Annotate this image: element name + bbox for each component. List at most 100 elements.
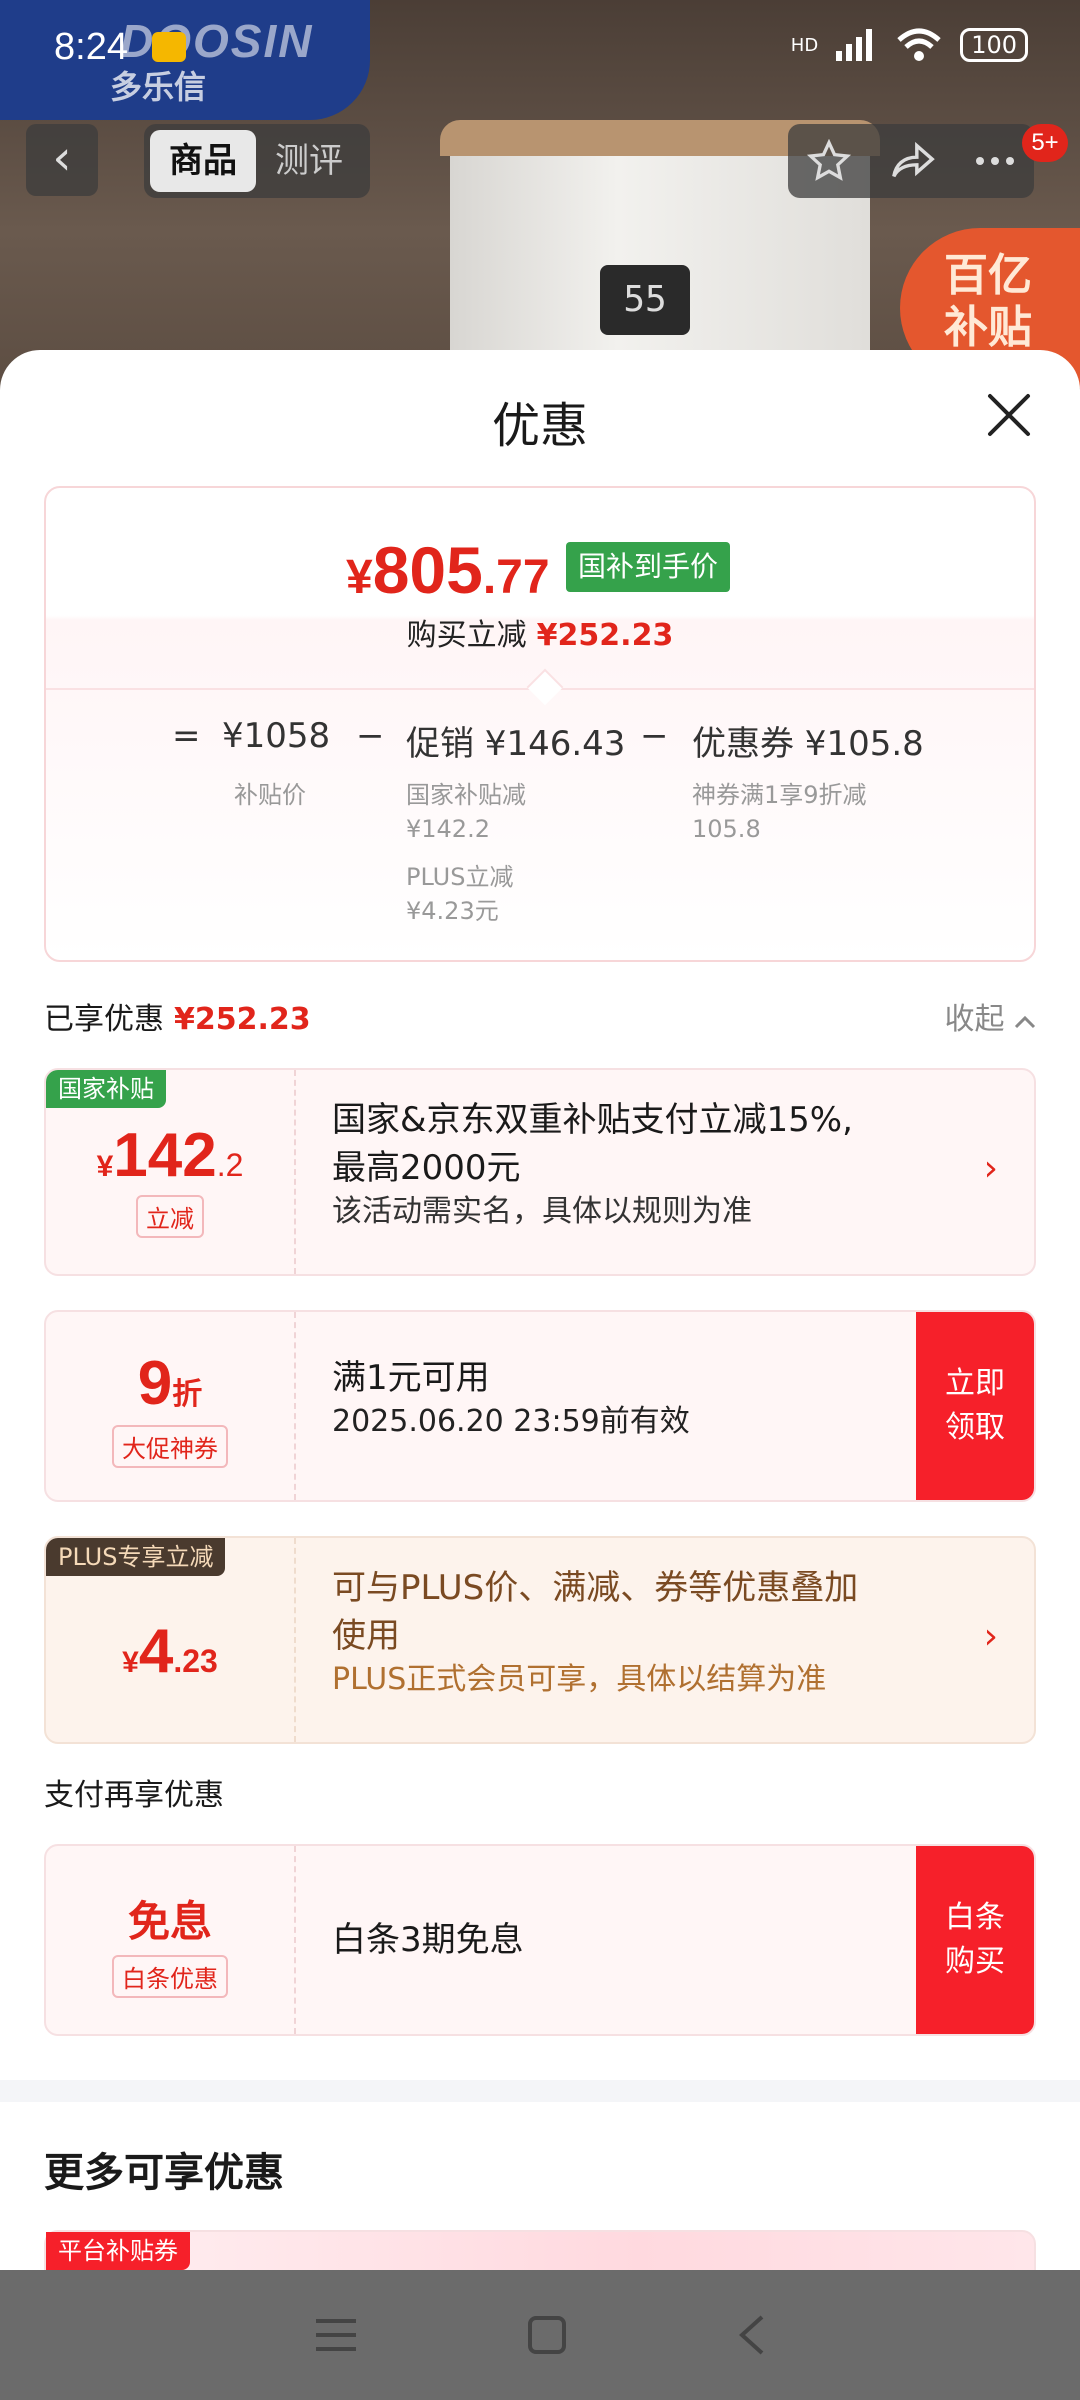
promo-detail-gov-value: ¥142.2 [406, 815, 490, 843]
top-actions [788, 124, 1034, 198]
offer-details: 国家&京东双重补贴支付立减15%, 最高2000元 该活动需实名，具体以规则为准 [332, 1096, 853, 1232]
reduce-label: 购买立减 [406, 618, 527, 653]
chevron-right-icon: › [983, 1148, 998, 1189]
offer-card-coupon: 9折 大促神券 满1元可用 2025.06.20 23:59前有效 立即 领取 [44, 1310, 1036, 1502]
enjoyed-label: 已享优惠 [44, 1002, 164, 1037]
collapse-button[interactable]: 收起 [944, 994, 1036, 1038]
offer-amount-panel: 国家补贴 ¥142.2 立减 [46, 1070, 296, 1274]
badge-line-1: 百亿 [944, 250, 1032, 301]
promo-detail-plus-value: ¥4.23元 [406, 897, 499, 925]
more-icon[interactable] [975, 156, 1015, 166]
chevron-up-icon [1014, 1015, 1036, 1029]
favorite-star-icon[interactable] [807, 139, 852, 183]
promo-detail-gov: 国家补贴减 ¥142.2 [406, 778, 526, 846]
gov-subsidy-tag: 国家补贴 [46, 1070, 166, 1108]
baitiao-button-line1: 白条 [945, 1900, 1005, 1935]
coupon-expiry: 2025.06.20 23:59前有效 [332, 1404, 690, 1439]
offer-subtitle: 该活动需实名，具体以规则为准 [332, 1194, 752, 1229]
coupon-detail-value: 105.8 [692, 815, 761, 843]
battery-icon: 100 [960, 28, 1028, 62]
offer-card-plus[interactable]: PLUS专享立减 ¥4.23 可与PLUS价、满减、券等优惠叠加 使用 PLUS… [44, 1536, 1036, 1744]
promo-detail-plus: PLUS立减 ¥4.23元 [406, 860, 513, 928]
reduce-amount: ¥252.23 [536, 618, 674, 653]
plus-amount: ¥4.23 [46, 1616, 294, 1687]
back-icon[interactable] [736, 2313, 766, 2357]
offer-title-line1: 国家&京东双重补贴支付立减15%, [332, 1100, 853, 1140]
baitiao-badge: 白条优惠 [112, 1955, 228, 1998]
promo-amount: 促销 ¥146.43 [406, 724, 626, 764]
plus-title-line2: 使用 [332, 1616, 400, 1656]
share-icon[interactable] [890, 141, 936, 181]
platform-coupon-card[interactable]: 平台补贴券 [44, 2230, 1036, 2270]
chevron-right-icon: › [983, 1616, 998, 1657]
coupon-condition: 满1元可用 [332, 1358, 490, 1398]
network-type: HD [790, 34, 819, 56]
tab-product[interactable]: 商品 [150, 130, 256, 192]
plus-currency: ¥ [122, 1646, 139, 1679]
baitiao-buy-button[interactable]: 白条 购买 [916, 1846, 1034, 2034]
close-icon[interactable] [986, 392, 1032, 438]
promo-detail-plus-label: PLUS立减 [406, 863, 514, 891]
price-integer: 805 [372, 533, 483, 607]
collapse-label: 收起 [944, 1002, 1005, 1037]
plus-title-line1: 可与PLUS价、满减、券等优惠叠加 [332, 1568, 859, 1608]
section-divider [0, 2080, 1080, 2102]
system-nav-bar [0, 2270, 1080, 2400]
sheet-title: 优惠 [491, 398, 588, 454]
promo-detail-gov-label: 国家补贴减 [406, 781, 526, 809]
product-display: 55 [600, 265, 690, 335]
enjoyed-amount: ¥252.23 [174, 1002, 311, 1037]
baitiao-interest-free: 免息 [127, 1897, 212, 1946]
reduce-line: 购买立减 ¥252.23 [46, 610, 1034, 654]
claim-coupon-button[interactable]: 立即 领取 [916, 1312, 1034, 1500]
summary-notch [526, 668, 564, 706]
coupon-discount: 9折 [46, 1348, 294, 1419]
offer-title-line2: 最高2000元 [332, 1148, 521, 1188]
system-icons: HD 100 [791, 28, 1028, 62]
price-decimal: .77 [482, 551, 550, 604]
plus-subtitle: PLUS正式会员可享，具体以结算为准 [332, 1662, 827, 1697]
claim-button-line2: 领取 [945, 1410, 1005, 1445]
offer-note-badge: 立减 [136, 1195, 204, 1238]
clock: 8:24 [54, 26, 128, 68]
coupon-type-badge: 大促神券 [112, 1425, 228, 1468]
discount-sheet: 优惠 ¥805.77 国补到手价 购买立减 ¥252.23 = ¥1058 补贴价… [0, 350, 1080, 2270]
base-price: ¥1058 [222, 716, 331, 756]
coupon-detail: 神券满1享9折减 105.8 [692, 778, 867, 846]
base-price-label: 补贴价 [234, 781, 306, 809]
offer-card-baitiao: 免息 白条优惠 白条3期免息 白条 购买 [44, 1844, 1036, 2036]
enjoyed-discount: 已享优惠 ¥252.23 [44, 994, 311, 1038]
back-button[interactable]: ‹ [26, 124, 98, 196]
more-offers-title: 更多可享优惠 [44, 2150, 284, 2196]
gov-subsidy-price-tag: 国补到手价 [566, 542, 731, 592]
wifi-icon [897, 28, 941, 61]
coupon-amount-panel: 9折 大促神券 [46, 1312, 296, 1500]
status-bar: 8:24 HD 100 [0, 0, 1080, 100]
plus-tag: PLUS专享立减 [46, 1538, 226, 1576]
platform-coupon-tag: 平台补贴券 [46, 2232, 190, 2270]
offer-amount: ¥142.2 [46, 1120, 294, 1191]
baitiao-details: 白条3期免息 [332, 1916, 524, 1964]
baitiao-amount-panel: 免息 白条优惠 [46, 1846, 296, 2034]
baitiao-title: 白条3期免息 [332, 1920, 524, 1960]
notification-icon [152, 32, 186, 62]
claim-button-line1: 立即 [945, 1366, 1005, 1401]
message-count-badge: 5+ [1022, 124, 1068, 162]
currency-symbol: ¥ [346, 551, 373, 604]
menu-icon[interactable] [314, 2315, 358, 2355]
offer-card-gov-subsidy[interactable]: 国家补贴 ¥142.2 立减 国家&京东双重补贴支付立减15%, 最高2000元… [44, 1068, 1036, 1276]
tab-review[interactable]: 测评 [256, 130, 362, 192]
plus-amount-int: 4 [138, 1617, 174, 1686]
price-summary: ¥805.77 国补到手价 购买立减 ¥252.23 = ¥1058 补贴价 − … [44, 486, 1036, 962]
offer-currency: ¥ [96, 1150, 114, 1183]
minus-sign: − [356, 716, 385, 756]
plus-details: 可与PLUS价、满减、券等优惠叠加 使用 PLUS正式会员可享，具体以结算为准 [332, 1564, 858, 1700]
coupon-detail-label: 神券满1享9折减 [692, 781, 867, 809]
plus-amount-dec: .23 [173, 1643, 218, 1679]
coupon-amount: 优惠券 ¥105.8 [692, 724, 924, 764]
home-icon[interactable] [527, 2315, 567, 2355]
coupon-discount-value: 9 [137, 1349, 173, 1418]
coupon-details: 满1元可用 2025.06.20 23:59前有效 [332, 1354, 690, 1442]
plus-amount-panel: PLUS专享立减 ¥4.23 [46, 1538, 296, 1742]
final-price: ¥805.77 [346, 532, 550, 608]
